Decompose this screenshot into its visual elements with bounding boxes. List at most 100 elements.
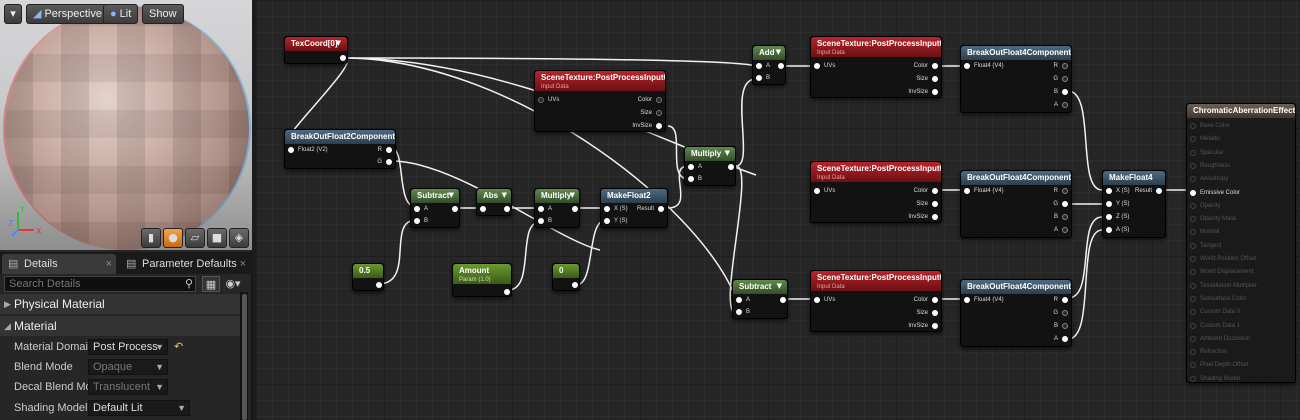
material-preview-viewport[interactable]: ▾ ◢ Perspective ● Lit Show X Y Z ▮ ● ▱ ■ ◈ (0, 0, 252, 250)
category-physical-material[interactable]: ▶ Physical Material (0, 294, 240, 314)
pin-dot[interactable] (1190, 375, 1196, 382)
output-pin-invsize[interactable]: InvSize (632, 122, 663, 130)
pin-dot[interactable] (756, 75, 762, 81)
perspective-button[interactable]: ◢ Perspective (26, 4, 109, 24)
output-pin-color[interactable]: Color (914, 296, 939, 304)
pin-dot[interactable] (932, 214, 938, 220)
chevron-down-icon[interactable]: ▼ (570, 191, 575, 199)
chevron-down-icon[interactable]: ▼ (336, 39, 341, 47)
pin-dot[interactable] (814, 188, 820, 194)
pin-dot[interactable] (1062, 227, 1068, 233)
pin-dot[interactable] (340, 55, 346, 61)
pin-dot[interactable] (1062, 76, 1068, 82)
output-pin-g[interactable]: G (1053, 75, 1069, 83)
pin-dot[interactable] (572, 282, 578, 288)
node-breakout-float4-a[interactable]: BreakOutFloat4Components Float4 (V4) R G… (960, 45, 1072, 113)
output-pin-color[interactable]: Color (638, 96, 663, 104)
pin-dot[interactable] (1190, 295, 1196, 302)
chevron-down-icon[interactable]: ▼ (777, 282, 782, 290)
node-makefloat2[interactable]: MakeFloat2 X (S) Y (S) Result (600, 188, 668, 228)
output-pin-r[interactable]: R (1054, 296, 1069, 304)
close-icon[interactable]: × (240, 254, 246, 274)
material-input-pin[interactable]: Tessellation Multiplier (1189, 282, 1257, 290)
material-input-pin[interactable]: Custom Data 0 (1189, 308, 1240, 316)
pin-dot[interactable] (1190, 362, 1196, 369)
pin-dot[interactable] (1062, 188, 1068, 194)
pin-dot[interactable] (728, 164, 734, 170)
preview-cube-button[interactable]: ■ (207, 228, 227, 248)
pin-dot[interactable] (572, 206, 578, 212)
pin-dot[interactable] (480, 206, 486, 212)
node-add[interactable]: Add ▼ A B (752, 45, 786, 85)
pin-dot[interactable] (964, 63, 970, 69)
pin-dot[interactable] (1062, 201, 1068, 207)
output-pin-size[interactable]: Size (916, 309, 939, 317)
pin-dot[interactable] (538, 206, 544, 212)
pin-dot[interactable] (538, 97, 544, 103)
node-amount-param[interactable]: Amount Param (1.0) (452, 263, 512, 297)
pin-dot[interactable] (932, 297, 938, 303)
preview-cylinder-button[interactable]: ▮ (141, 228, 161, 248)
pin-dot[interactable] (1190, 136, 1196, 143)
material-input-pin[interactable]: Custom Data 1 (1189, 322, 1240, 330)
reset-arrow-icon[interactable]: ↶ (174, 337, 183, 357)
material-input-pin[interactable]: Opacity Mask (1189, 215, 1236, 223)
material-domain-dropdown[interactable]: Post Process ▼ (88, 339, 168, 355)
node-breakout-float4-b[interactable]: BreakOutFloat4Components Float4 (V4) R G… (960, 170, 1072, 238)
material-input-pin[interactable]: Base Color (1189, 122, 1230, 130)
pin-dot[interactable] (1190, 176, 1196, 183)
pin-dot[interactable] (376, 282, 382, 288)
pin-dot[interactable] (1062, 323, 1068, 329)
pin-dot[interactable] (1190, 189, 1196, 196)
node-scenetexture-1[interactable]: SceneTexture:PostProcessInput0 Input Data… (810, 36, 942, 98)
pin-dot[interactable] (1106, 201, 1112, 207)
pin-dot[interactable] (932, 201, 938, 207)
pin-dot[interactable] (736, 309, 742, 315)
pin-dot[interactable] (932, 188, 938, 194)
input-pin-b[interactable]: B (755, 74, 770, 82)
material-input-pin[interactable]: Pixel Depth Offset (1189, 361, 1248, 369)
pin-dot[interactable] (1106, 227, 1112, 233)
pin-dot[interactable] (1062, 89, 1068, 95)
node-scenetexture-2[interactable]: SceneTexture:PostProcessInput0 Input Data… (810, 161, 942, 223)
output-pin-a[interactable]: A (1054, 101, 1069, 109)
pin-dot[interactable] (386, 159, 392, 165)
input-pin-a[interactable]: A (687, 163, 702, 171)
pin-dot[interactable] (604, 218, 610, 224)
input-pin-b[interactable]: B (735, 308, 750, 316)
pin-dot[interactable] (1190, 322, 1196, 329)
input-pin-b[interactable]: B (687, 175, 702, 183)
pin-dot[interactable] (1190, 335, 1196, 342)
input-pin-a[interactable]: A (735, 296, 750, 304)
pin-dot[interactable] (1190, 309, 1196, 316)
shading-model-dropdown[interactable]: Default Lit ▼ (88, 400, 190, 416)
node-makefloat4[interactable]: MakeFloat4 X (S) Y (S) Z (S) A (S) Resul… (1102, 170, 1166, 238)
pin-dot[interactable] (1062, 63, 1068, 69)
pin-dot[interactable] (656, 97, 662, 103)
input-pin-uvs[interactable]: UVs (813, 62, 835, 70)
category-material[interactable]: ◢ Material (0, 316, 240, 336)
pin-dot[interactable] (814, 297, 820, 303)
chevron-down-icon[interactable]: ▼ (725, 149, 730, 157)
pin-dot[interactable] (688, 164, 694, 170)
pin-dot[interactable] (932, 76, 938, 82)
chevron-down-icon[interactable]: ▼ (449, 191, 454, 199)
pin-dot[interactable] (1190, 229, 1196, 236)
output-pin-size[interactable]: Size (916, 200, 939, 208)
output-pin-b[interactable]: B (1054, 213, 1069, 221)
input-pin-uvs[interactable]: UVs (813, 187, 835, 195)
node-texcoord[interactable]: TexCoord[0] ▼ (284, 36, 348, 64)
node-constant-0[interactable]: 0 (552, 263, 580, 291)
pin-dot[interactable] (1062, 310, 1068, 316)
pin-dot[interactable] (1190, 269, 1196, 276)
input-pin-uvs[interactable]: UVs (813, 296, 835, 304)
pin-dot[interactable] (1106, 188, 1112, 194)
node-subtract-1[interactable]: Subtract ▼ A B (410, 188, 460, 228)
output-pin-r[interactable]: R (1054, 187, 1069, 195)
decal-blend-mode-dropdown[interactable]: Translucent ▼ (88, 379, 168, 395)
pin-dot[interactable] (756, 63, 762, 69)
pin-dot[interactable] (656, 123, 662, 129)
material-input-pin[interactable]: Shading Model (1189, 375, 1240, 383)
output-pin-result[interactable]: Result (1135, 187, 1163, 195)
input-pin-z[interactable]: Z (S) (1105, 213, 1129, 221)
